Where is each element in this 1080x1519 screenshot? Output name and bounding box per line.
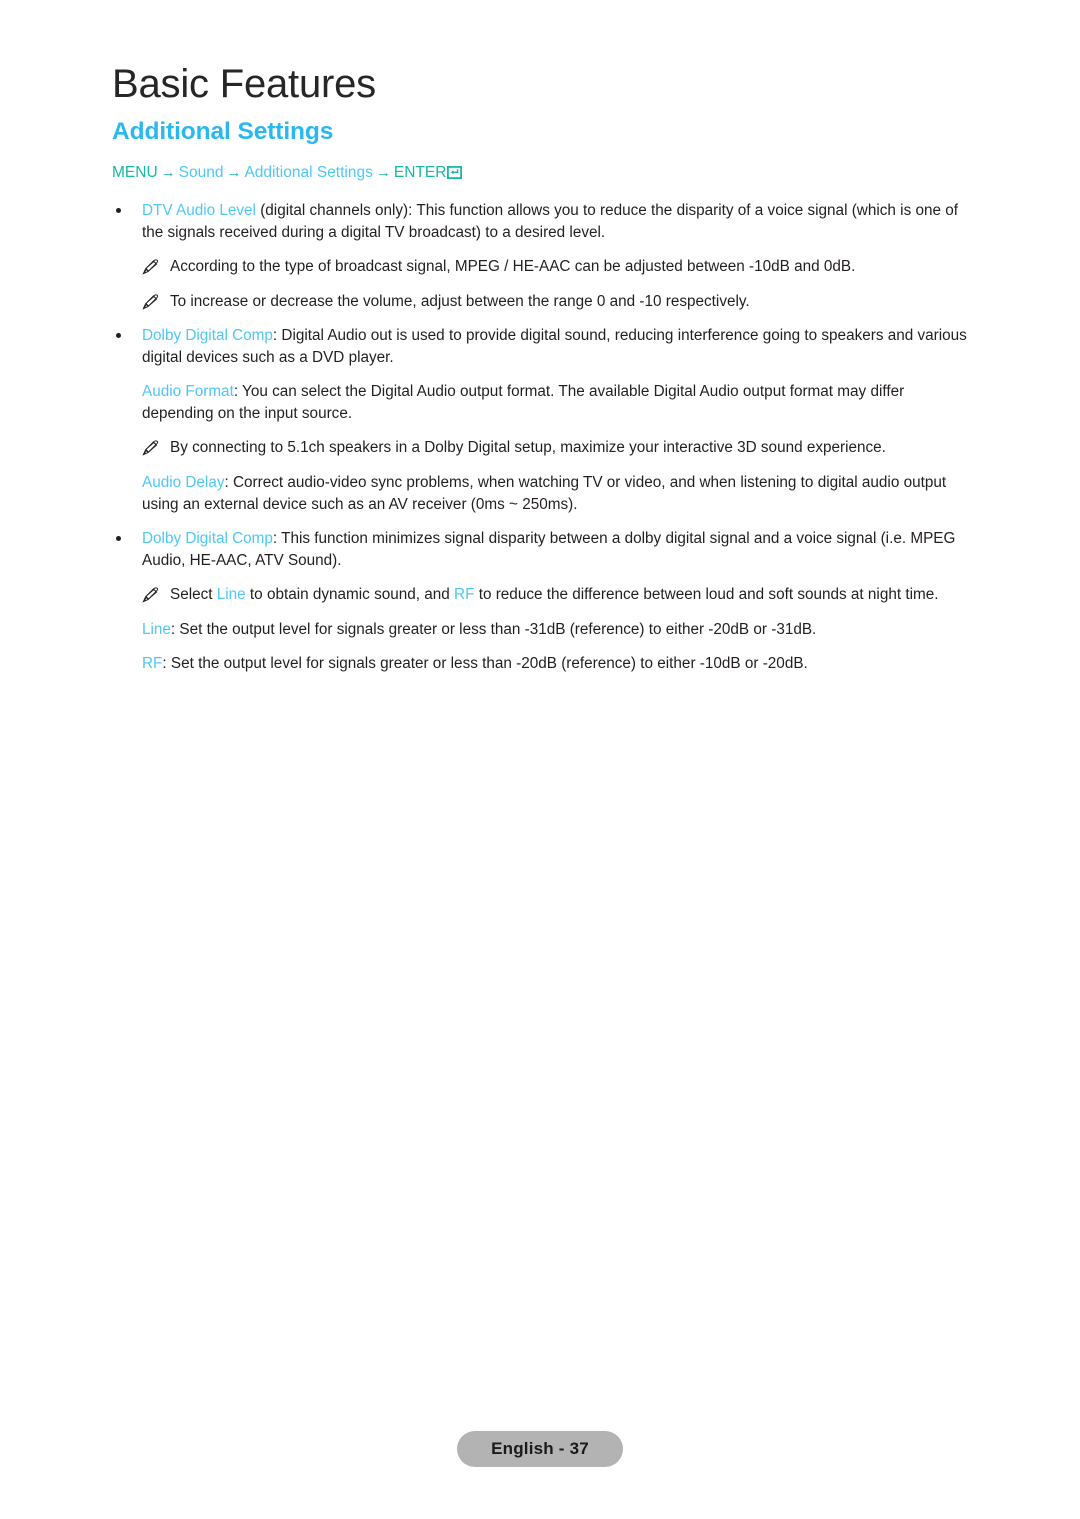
paragraph-text: : You can select the Digital Audio outpu…	[142, 383, 905, 423]
term-label: Audio Delay	[142, 473, 225, 491]
breadcrumb-menu: MENU	[112, 164, 158, 182]
term-label: RF	[142, 654, 163, 672]
note-item: Select Line to obtain dynamic sound, and…	[112, 584, 972, 606]
note-item: According to the type of broadcast signa…	[112, 256, 972, 278]
breadcrumb-arrow-3: →	[375, 164, 391, 182]
note-item: By connecting to 5.1ch speakers in a Dol…	[112, 437, 972, 459]
note-text: By connecting to 5.1ch speakers in a Dol…	[170, 439, 886, 457]
list-item: Dolby Digital Comp: This function minimi…	[112, 528, 972, 572]
note-text-part-3: to reduce the difference between loud an…	[474, 586, 939, 604]
list-item: Dolby Digital Comp: Digital Audio out is…	[112, 325, 972, 369]
term-label: Dolby Digital Comp	[142, 326, 273, 344]
pencil-note-icon	[142, 259, 160, 276]
document-page: Basic Features Additional Settings MENU →…	[0, 0, 1080, 1519]
term-label: Line	[142, 620, 171, 638]
pencil-note-icon	[142, 294, 160, 310]
bullet-dot-icon	[116, 536, 121, 541]
term-label-rf: RF	[454, 586, 475, 604]
breadcrumb-sound: Sound	[178, 164, 224, 182]
note-text-part-1: Select	[170, 586, 217, 604]
paragraph-text: : Correct audio-video sync problems, whe…	[142, 473, 947, 513]
breadcrumb-enter: ENTER	[393, 164, 447, 182]
sub-item: Audio Delay: Correct audio-video sync pr…	[112, 472, 972, 516]
breadcrumb: MENU → Sound → Additional Settings → ENTER	[112, 163, 972, 184]
pencil-note-icon	[142, 587, 160, 603]
term-label: Audio Format	[142, 383, 234, 401]
paragraph-text: : Set the output level for signals great…	[170, 620, 817, 638]
note-item: To increase or decrease the volume, adju…	[112, 291, 972, 313]
note-text: To increase or decrease the volume, adju…	[170, 292, 750, 310]
paragraph-text: (digital channels only): This function a…	[142, 202, 958, 242]
term-label: DTV Audio Level	[142, 202, 256, 220]
paragraph-text: : Set the output level for signals great…	[162, 654, 808, 672]
term-label-line: Line	[216, 586, 246, 604]
breadcrumb-arrow-1: →	[160, 164, 176, 182]
breadcrumb-arrow-2: →	[226, 164, 242, 182]
page-number-badge: English - 37	[457, 1431, 623, 1467]
page-footer: English - 37	[0, 1431, 1080, 1467]
bullet-dot-icon	[116, 208, 121, 214]
sub-item: Audio Format: You can select the Digital…	[112, 381, 972, 425]
list-item: DTV Audio Level (digital channels only):…	[112, 200, 972, 244]
sub-item: Line: Set the output level for signals g…	[112, 619, 972, 641]
note-text-part-2: to obtain dynamic sound, and	[245, 586, 455, 604]
note-text: According to the type of broadcast signa…	[170, 258, 856, 276]
pencil-note-icon	[142, 440, 160, 457]
term-label: Dolby Digital Comp	[142, 530, 273, 547]
bullet-dot-icon	[116, 332, 121, 338]
section-title: Additional Settings	[112, 117, 334, 145]
page-content: Basic Features Additional Settings MENU →…	[112, 62, 972, 687]
enter-key-icon	[447, 166, 463, 180]
chapter-title: Basic Features	[112, 62, 376, 106]
breadcrumb-additional-settings: Additional Settings	[244, 164, 373, 182]
sub-item: RF: Set the output level for signals gre…	[112, 653, 972, 675]
